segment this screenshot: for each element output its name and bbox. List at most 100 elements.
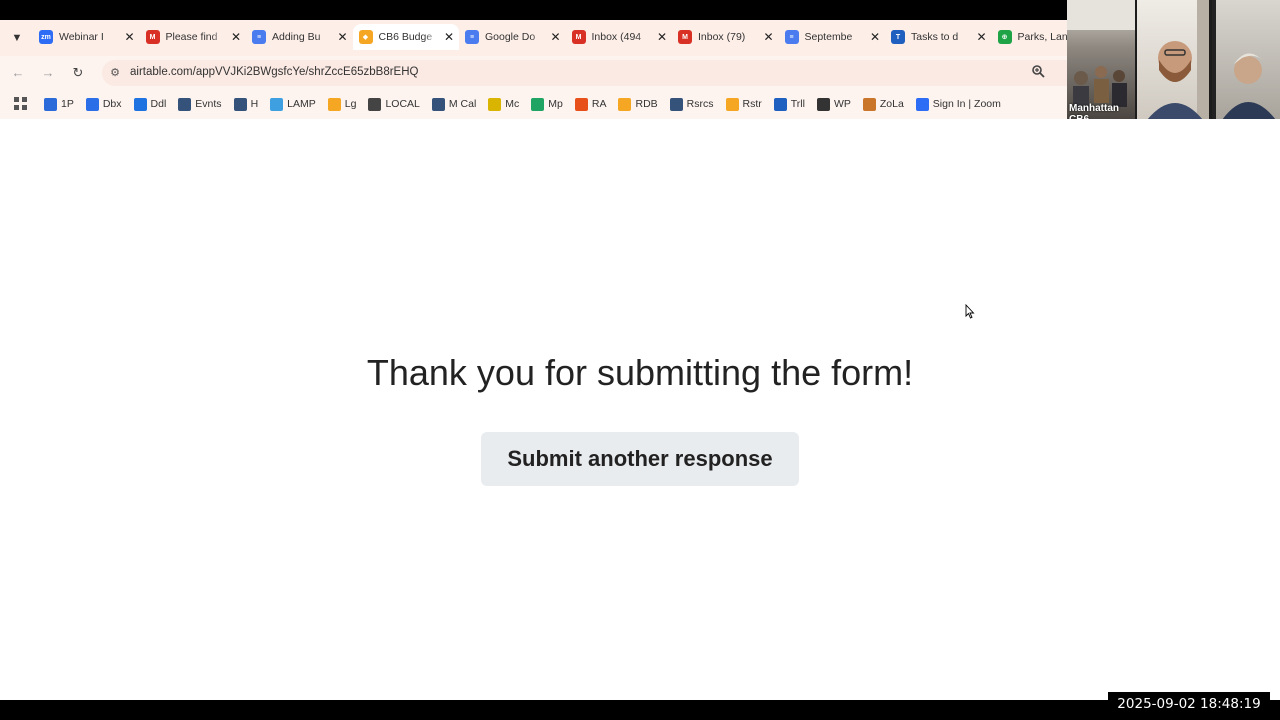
close-tab-icon[interactable]: ✕ (439, 30, 459, 44)
tab-search-chevron-icon[interactable]: ▼ (9, 30, 25, 46)
bookmark-item[interactable]: H (233, 97, 259, 111)
airtable-icon (327, 97, 341, 111)
browser-toolbar: ← → ↻ ⚙ airtable.com/appVVJKi2BWgsfcYe/s… (0, 56, 1067, 89)
close-tab-icon[interactable]: ✕ (226, 30, 246, 44)
bookmark-label: Mc (505, 98, 520, 110)
video-gallery: Manhattan CB6 (1067, 0, 1280, 120)
bookmark-item[interactable]: LOCAL (368, 97, 420, 111)
bookmark-item[interactable]: RDB (618, 97, 658, 111)
trello-icon: T (891, 30, 905, 44)
browser-tab[interactable]: zm Webinar I ✕ (33, 24, 140, 50)
bookmark-item[interactable]: Trll (773, 97, 805, 111)
browser-tab[interactable]: ◆ CB6 Budge ✕ (352, 24, 459, 50)
bookmark-item[interactable]: Evnts (178, 97, 222, 111)
bookmark-item[interactable]: Rsrcs (669, 97, 714, 111)
cb6-icon (178, 97, 192, 111)
browser-tab[interactable]: M Inbox (79) ✕ (672, 24, 779, 50)
bookmark-item[interactable]: M Cal (431, 97, 477, 111)
cb6-icon (431, 97, 445, 111)
globe-icon (368, 97, 382, 111)
close-tab-icon[interactable]: ✕ (120, 30, 140, 44)
gmail-icon: M (678, 30, 692, 44)
browser-tab[interactable]: ≡ Google Do ✕ (459, 24, 566, 50)
tab-title: Google Do (485, 31, 536, 43)
bookmark-label: Rstr (742, 98, 762, 110)
browser-tab[interactable]: T Tasks to d ✕ (885, 24, 992, 50)
tab-list: zm Webinar I ✕ M Please find ✕ ≡ Adding Bu ✕ ◆ CB6… (33, 24, 1098, 50)
confirmation-heading: Thank you for submitting the form! (366, 352, 914, 393)
dropbox-icon (85, 97, 99, 111)
ddl-icon (133, 97, 147, 111)
gmail-icon: M (145, 30, 160, 44)
tab-title: Tasks to d (911, 31, 959, 43)
address-url[interactable]: airtable.com/appVVJKi2BWgsfcYe/shrZccE65… (130, 66, 418, 78)
bookmark-item[interactable]: LAMP (270, 97, 316, 111)
browser-tab[interactable]: M Inbox (494 ✕ (566, 24, 673, 50)
top-black-bar (0, 0, 1067, 20)
cb6-icon (669, 97, 683, 111)
bookmark-label: LAMP (287, 98, 316, 110)
bookmark-label: RDB (635, 98, 658, 110)
apps-grid-icon[interactable] (14, 97, 28, 111)
zoom-magnifier-icon[interactable] (1032, 65, 1045, 81)
bookmark-label: M Cal (448, 98, 477, 110)
gmail-icon: M (571, 30, 586, 44)
bookmark-label: H (250, 98, 259, 110)
bookmark-item[interactable]: ZoLa (862, 97, 904, 111)
bookmark-label: Lg (344, 98, 357, 110)
bookmark-item[interactable]: Ddl (133, 97, 167, 111)
bookmark-item[interactable]: Rstr (725, 97, 762, 111)
video-tile-speaker (1137, 0, 1209, 120)
close-tab-icon[interactable]: ✕ (972, 30, 992, 44)
reload-icon[interactable]: ↻ (69, 64, 87, 82)
tab-title: Webinar I (59, 31, 104, 43)
video-tile-attendee (1212, 0, 1280, 120)
bookmark-item[interactable]: 1P (44, 97, 74, 111)
close-tab-icon[interactable]: ✕ (652, 30, 672, 44)
trello-icon (773, 97, 787, 111)
zola-icon (862, 97, 876, 111)
forward-arrow-icon[interactable]: → (39, 64, 57, 82)
lamp-icon (270, 97, 284, 111)
bookmark-label: Ddl (150, 98, 167, 110)
close-tab-icon[interactable]: ✕ (759, 30, 779, 44)
recording-timestamp: 2025-09-02 18:48:19 (1108, 692, 1270, 716)
ra-icon (574, 97, 588, 111)
zoom-icon (915, 97, 929, 111)
bookmarks-bar: 1P Dbx Ddl Evnts H LAMP Lg LOCAL M Cal Mc Mp RA RDB R… (0, 89, 1067, 119)
tab-title: Inbox (494 (591, 31, 642, 43)
screen: ▼ zm Webinar I ✕ M Please find ✕ ≡ Adding Bu ✕ ◆ C… (0, 0, 1280, 720)
cb6-icon (233, 97, 247, 111)
site-info-icon[interactable]: ⚙ (108, 66, 122, 80)
bookmark-label: Sign In | Zoom (932, 98, 1001, 110)
tab-title: Septembe (804, 31, 853, 43)
browser-tab[interactable]: M Please find ✕ (140, 24, 247, 50)
bookmark-item[interactable]: Mp (531, 97, 563, 111)
bookmark-item[interactable]: Sign In | Zoom (915, 97, 1001, 111)
bookmark-label: ZoLa (879, 98, 904, 110)
back-arrow-icon[interactable]: ← (9, 64, 27, 82)
bookmark-item[interactable]: WP (816, 97, 851, 111)
mailchimp-icon (488, 97, 502, 111)
bookmark-label: Mp (548, 98, 563, 110)
google-docs-icon: ≡ (465, 30, 479, 44)
video-tile-room: Manhattan CB6 (1067, 0, 1135, 120)
bookmark-label: LOCAL (385, 98, 420, 110)
mouse-cursor-icon (965, 303, 975, 324)
bookmark-item[interactable]: RA (574, 97, 607, 111)
bookmark-item[interactable]: Mc (488, 97, 520, 111)
zoom-icon: zm (39, 30, 53, 44)
wordpress-icon (816, 97, 830, 111)
browser-tab[interactable]: ≡ Adding Bu ✕ (246, 24, 353, 50)
close-tab-icon[interactable]: ✕ (546, 30, 566, 44)
bookmark-item[interactable]: Lg (327, 97, 357, 111)
close-tab-icon[interactable]: ✕ (333, 30, 353, 44)
address-bar[interactable]: ⚙ airtable.com/appVVJKi2BWgsfcYe/shrZccE… (102, 60, 1067, 86)
google-docs-icon: ≡ (784, 30, 799, 44)
close-tab-icon[interactable]: ✕ (865, 30, 885, 44)
bookmark-label: Rsrcs (686, 98, 714, 110)
bookmark-item[interactable]: Dbx (85, 97, 122, 111)
browser-tab[interactable]: ≡ Septembe ✕ (779, 24, 886, 50)
bookmark-label: RA (591, 98, 607, 110)
submit-another-response-button[interactable]: Submit another response (481, 432, 799, 486)
